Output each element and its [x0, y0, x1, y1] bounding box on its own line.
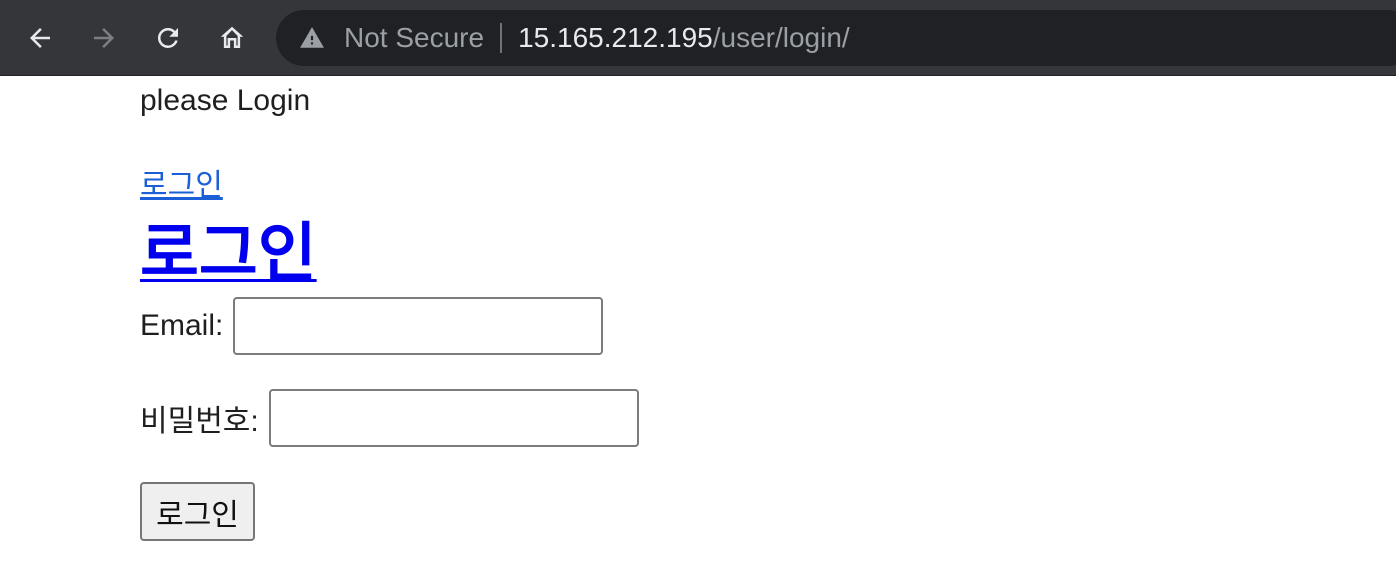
home-button[interactable]: [208, 14, 256, 62]
email-label: Email:: [140, 309, 224, 342]
password-field[interactable]: [268, 389, 639, 447]
arrow-left-icon: [30, 28, 50, 48]
browser-toolbar: Not Secure 15.165.212.195 /user/login/: [0, 0, 1396, 76]
address-bar[interactable]: Not Secure 15.165.212.195 /user/login/: [276, 10, 1396, 66]
password-row: 비밀번호:: [140, 389, 639, 447]
forward-button[interactable]: [80, 14, 128, 62]
url-host[interactable]: 15.165.212.195: [518, 22, 713, 54]
omnibox-divider: [500, 23, 503, 53]
arrow-right-icon: [94, 28, 114, 48]
page-content: please Login 로그인 로그인 Email: 비밀번호: 로그인: [140, 76, 1396, 568]
back-button[interactable]: [16, 14, 64, 62]
security-status[interactable]: Not Secure: [344, 22, 484, 54]
greeting-text: please Login: [140, 84, 311, 117]
email-field[interactable]: [233, 297, 604, 355]
login-link[interactable]: 로그인: [140, 160, 223, 204]
page-title[interactable]: 로그인: [140, 202, 317, 294]
password-label: 비밀번호:: [140, 405, 259, 438]
warning-triangle-icon[interactable]: [298, 24, 326, 52]
login-button[interactable]: 로그인: [140, 482, 255, 541]
email-row: Email:: [140, 297, 604, 355]
url-path[interactable]: /user/login/: [713, 22, 850, 54]
reload-button[interactable]: [144, 14, 192, 62]
reload-icon: [157, 27, 178, 48]
home-icon: [220, 26, 244, 48]
